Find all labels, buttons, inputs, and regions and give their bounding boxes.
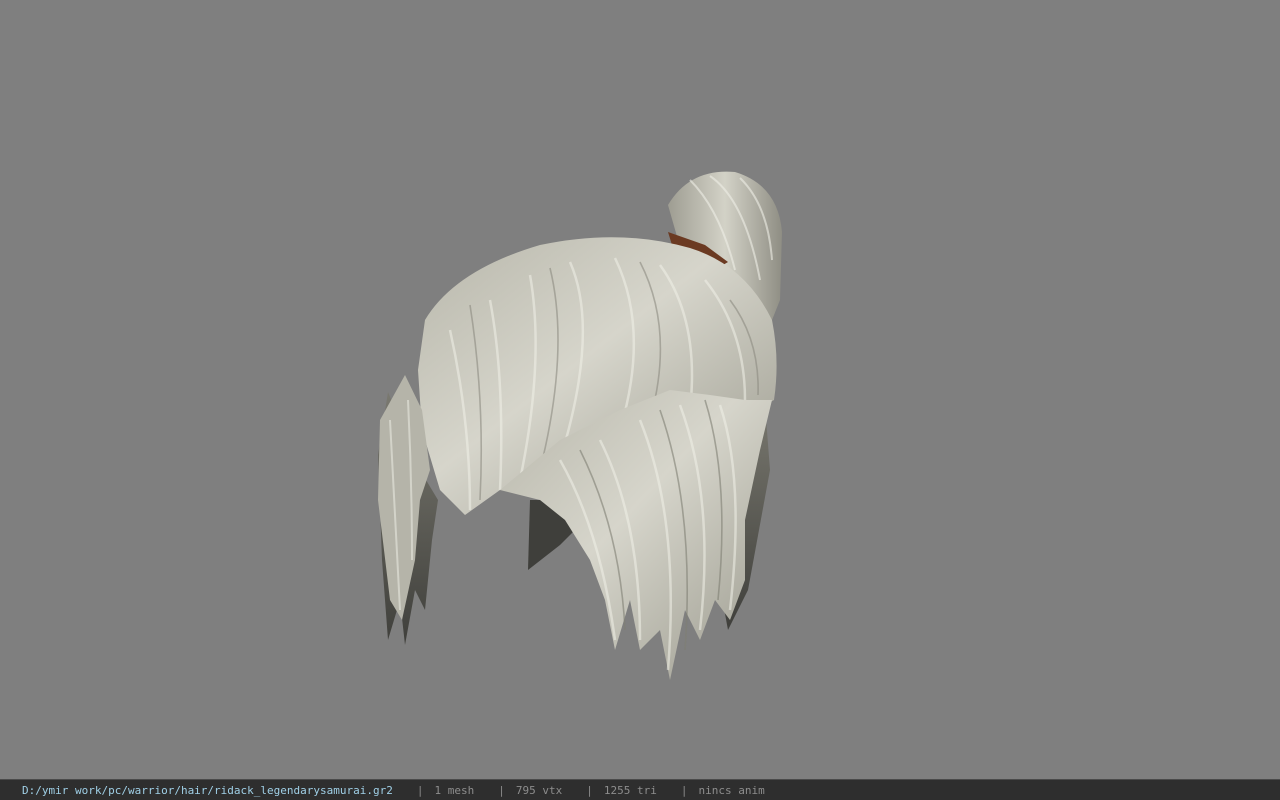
status-separator: | xyxy=(680,783,688,797)
file-path: D:/ymir work/pc/warrior/hair/ridack_lege… xyxy=(22,783,393,797)
status-bar: D:/ymir work/pc/warrior/hair/ridack_lege… xyxy=(0,779,1280,800)
status-separator: | xyxy=(416,783,424,797)
triangle-count: 1255 tri xyxy=(603,783,657,797)
status-separator: | xyxy=(498,783,505,797)
hair-model[interactable] xyxy=(0,0,1280,779)
animation-status: nincs anim xyxy=(698,783,765,797)
vertex-count: 795 vtx xyxy=(515,783,563,797)
status-separator: | xyxy=(586,783,593,797)
3d-viewport[interactable] xyxy=(0,0,1280,779)
mesh-count: 1 mesh xyxy=(434,783,475,797)
